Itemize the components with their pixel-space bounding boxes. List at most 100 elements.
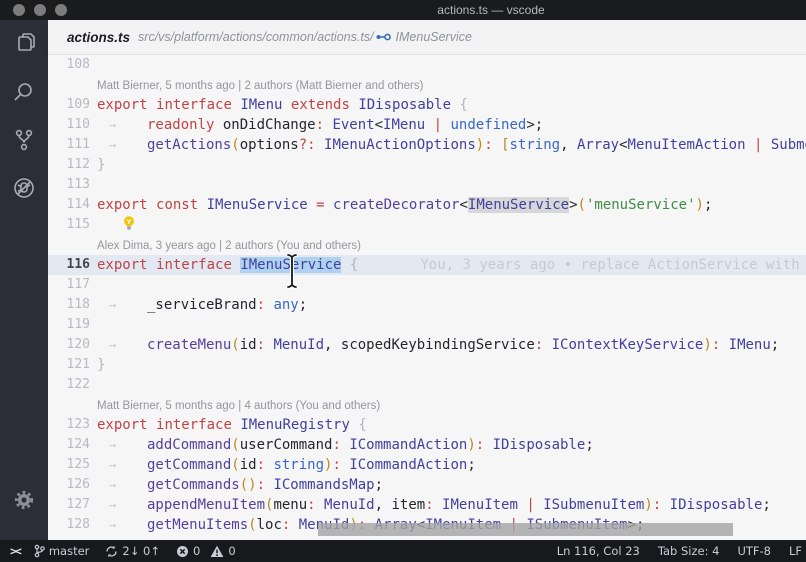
- token: {: [459, 97, 467, 113]
- explorer-icon[interactable]: [0, 20, 48, 68]
- code-line-content: →getCommands(): ICommandsMap;: [90, 475, 806, 495]
- code-row[interactable]: 108: [48, 55, 806, 75]
- minimize-window-button[interactable]: [34, 4, 46, 16]
- codelens-row[interactable]: Matt Bierner, 5 months ago | 2 authors (…: [48, 75, 806, 95]
- code-row[interactable]: 120→createMenu(id: MenuId, scopedKeybind…: [48, 335, 806, 355]
- cursor-position-item[interactable]: Ln 116, Col 23: [557, 544, 640, 558]
- blame-codelens-text[interactable]: Matt Bierner, 5 months ago | 2 authors (…: [97, 80, 423, 92]
- horizontal-scrollbar[interactable]: [318, 523, 733, 536]
- code-row[interactable]: 126→getCommands(): ICommandsMap;: [48, 475, 806, 495]
- source-control-icon[interactable]: [0, 116, 48, 164]
- token: Array: [577, 137, 619, 153]
- token: <: [619, 137, 627, 153]
- token: ;: [704, 197, 712, 213]
- search-icon[interactable]: [0, 68, 48, 116]
- code-row[interactable]: 110→readonly onDidChange: Event<IMenu | …: [48, 115, 806, 135]
- highlighted-word: IMenuService: [468, 197, 569, 213]
- token: ;: [375, 477, 383, 493]
- line-number: 112: [48, 155, 90, 175]
- git-branch-label: master: [49, 544, 90, 558]
- code-area[interactable]: 108 Matt Bierner, 5 months ago | 2 author…: [48, 55, 806, 535]
- code-row[interactable]: 123export interface IMenuRegistry {: [48, 415, 806, 435]
- code-row[interactable]: 125→getCommand(id: string): ICommandActi…: [48, 455, 806, 475]
- token: [341, 257, 349, 273]
- code-row[interactable]: 112}: [48, 155, 806, 175]
- close-window-button[interactable]: [13, 4, 25, 16]
- breadcrumb-symbol[interactable]: IMenuService: [396, 30, 472, 44]
- code-line-content: →createMenu(id: MenuId, scopedKeybinding…: [90, 335, 806, 355]
- token: createDecorator: [333, 197, 459, 213]
- line-number: 120: [48, 335, 90, 355]
- token: [: [501, 137, 509, 153]
- token: ?:: [299, 137, 324, 153]
- editor[interactable]: 108 Matt Bierner, 5 months ago | 2 author…: [48, 55, 806, 540]
- breadcrumb-path[interactable]: src/vs/platform/actions/common/actions.t…: [138, 30, 374, 44]
- code-row[interactable]: 124→addCommand(userCommand: ICommandActi…: [48, 435, 806, 455]
- settings-gear-icon[interactable]: [0, 476, 48, 524]
- token: const: [156, 197, 207, 213]
- git-branch-item[interactable]: master: [34, 544, 90, 558]
- tab-size-item[interactable]: Tab Size: 4: [658, 544, 720, 558]
- code-row[interactable]: 122: [48, 375, 806, 395]
- token: IDisposable: [670, 497, 763, 513]
- token: (: [231, 137, 239, 153]
- tab-arrow: →: [97, 515, 147, 535]
- token: :: [484, 137, 501, 153]
- token: (: [231, 457, 239, 473]
- code-row[interactable]: 116export interface IMenuService {You, 3…: [48, 255, 806, 275]
- title-bar[interactable]: actions.ts — vscode: [0, 0, 806, 20]
- token: ): [644, 497, 652, 513]
- token: ,: [375, 497, 392, 513]
- encoding-item[interactable]: UTF-8: [737, 544, 771, 558]
- token: readonly: [147, 117, 223, 133]
- token: string: [510, 137, 561, 153]
- token: extends: [291, 97, 358, 113]
- code-row[interactable]: 118→_serviceBrand: any;: [48, 295, 806, 315]
- tab-arrow: →: [97, 475, 147, 495]
- token: {: [350, 257, 358, 273]
- sync-changes-item[interactable]: 2↓ 0↑: [105, 544, 160, 558]
- token: userCommand: [240, 437, 333, 453]
- code-line-content: →getCommand(id: string): ICommandAction;: [90, 455, 806, 475]
- blame-codelens-text[interactable]: Matt Bierner, 5 months ago | 4 authors (…: [97, 400, 380, 412]
- tab-arrow: →: [97, 115, 147, 135]
- code-row[interactable]: 114export const IMenuService = createDec…: [48, 195, 806, 215]
- line-number: 114: [48, 195, 90, 215]
- token: export: [97, 257, 156, 273]
- codelens-row[interactable]: Matt Bierner, 5 months ago | 4 authors (…: [48, 395, 806, 415]
- codelens-row[interactable]: Alex Dima, 3 years ago | 2 authors (You …: [48, 235, 806, 255]
- token: ): [696, 197, 704, 213]
- code-row[interactable]: 109export interface IMenu extends IDispo…: [48, 95, 806, 115]
- token: ICommandAction: [349, 437, 467, 453]
- code-row[interactable]: 127→appendMenuItem(menu: MenuId, item: I…: [48, 495, 806, 515]
- maximize-window-button[interactable]: [55, 4, 67, 16]
- token: ICommandsMap: [273, 477, 374, 493]
- line-number: 116: [48, 255, 90, 275]
- line-number: 108: [48, 55, 90, 75]
- code-row[interactable]: 119: [48, 315, 806, 335]
- blame-codelens: Matt Bierner, 5 months ago | 2 authors (…: [90, 75, 806, 95]
- blame-codelens-text[interactable]: Alex Dima, 3 years ago | 2 authors (You …: [97, 240, 361, 252]
- token: ICommandAction: [349, 457, 467, 473]
- code-row[interactable]: 115: [48, 215, 806, 235]
- code-row[interactable]: 121}: [48, 355, 806, 375]
- token: IDisposable: [493, 437, 586, 453]
- problems-item[interactable]: 0 0: [176, 544, 236, 558]
- token: <: [375, 117, 383, 133]
- token: id: [240, 337, 257, 353]
- breadcrumb-bar: actions.ts src/vs/platform/actions/commo…: [48, 20, 806, 55]
- code-line-content: [90, 175, 806, 195]
- code-row[interactable]: 111→getActions(options?: IMenuActionOpti…: [48, 135, 806, 155]
- code-row[interactable]: 113: [48, 175, 806, 195]
- token: MenuId: [273, 337, 324, 353]
- token: <: [459, 197, 467, 213]
- eol-item[interactable]: LF: [789, 544, 802, 558]
- breadcrumb-filename[interactable]: actions.ts: [67, 30, 130, 45]
- token: ;: [299, 297, 307, 313]
- collapse-chevrons-icon[interactable]: ><: [10, 544, 20, 558]
- debug-icon[interactable]: [0, 164, 48, 212]
- lightbulb-icon[interactable]: [122, 215, 136, 235]
- token: addCommand: [147, 437, 231, 453]
- tab-arrow: →: [97, 335, 147, 355]
- code-row[interactable]: 117: [48, 275, 806, 295]
